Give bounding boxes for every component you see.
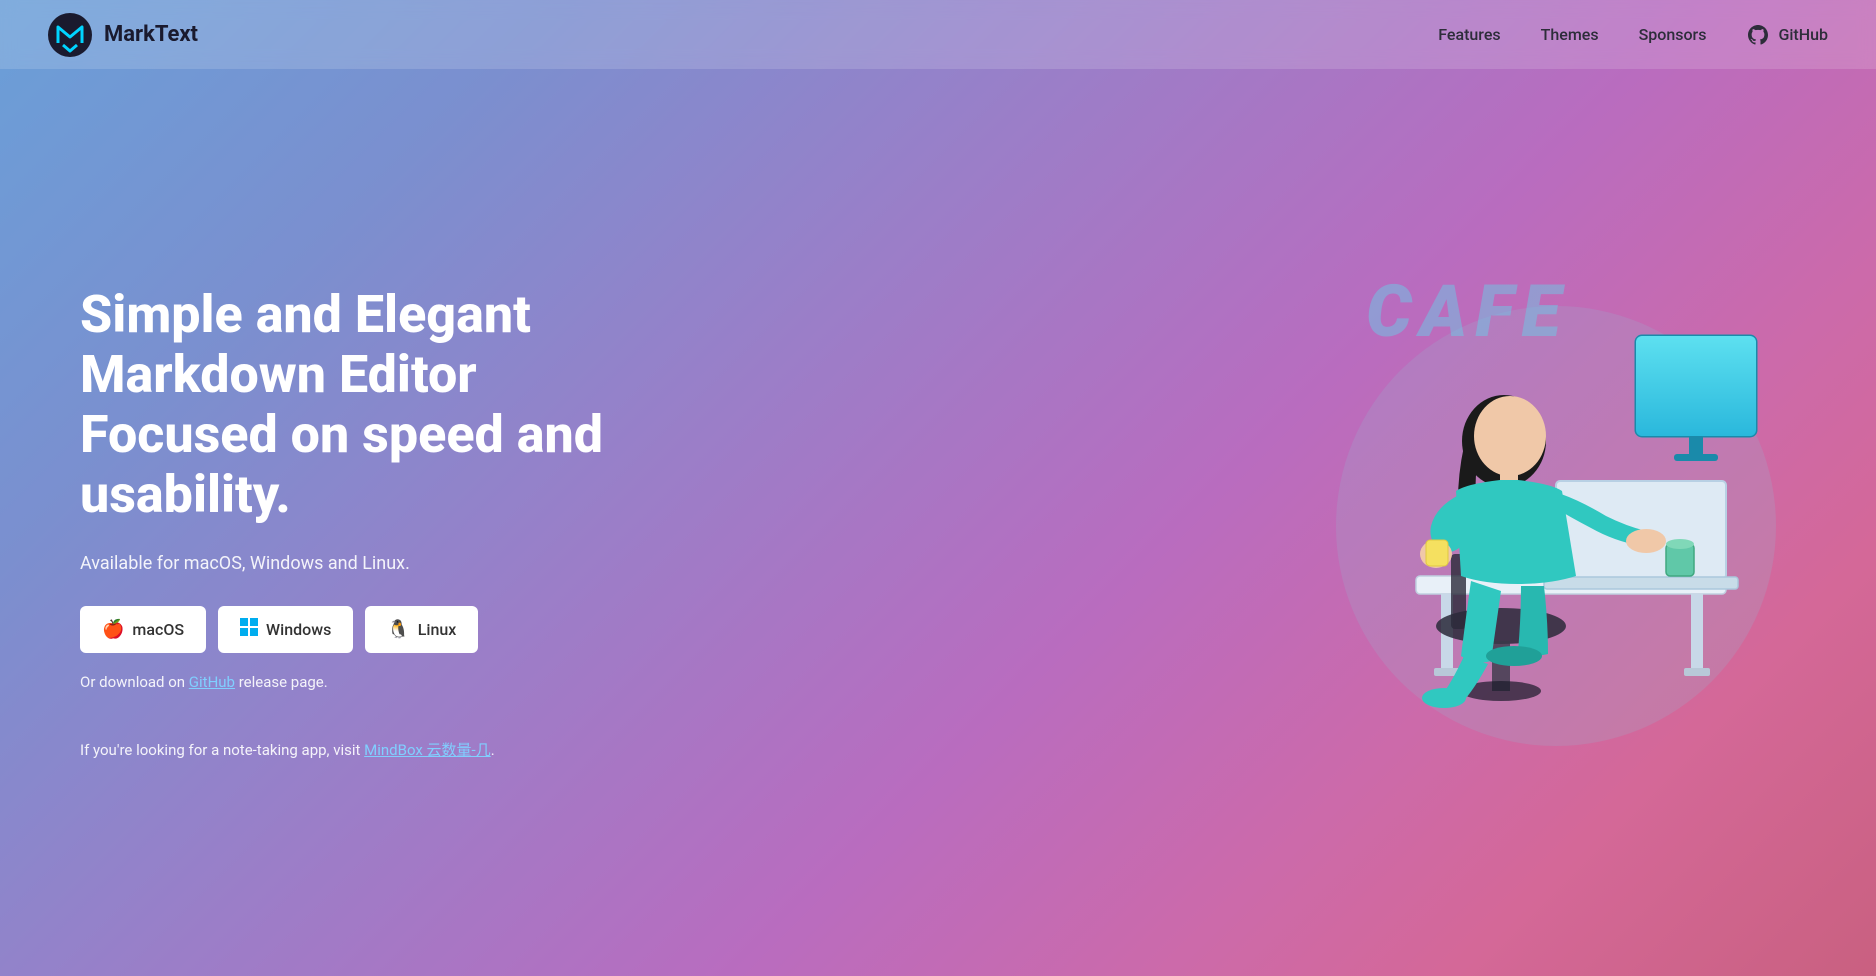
download-buttons: 🍎 macOS Windows 🐧 Linux [80, 606, 760, 653]
github-release-link[interactable]: GitHub [189, 673, 235, 691]
github-icon [1746, 23, 1770, 47]
cafe-illustration-svg: CAFE [1296, 236, 1816, 796]
nav-brand-name: MarkText [104, 22, 198, 47]
notetaking-suffix: . [491, 741, 495, 759]
nav-links: Features Themes Sponsors GitHub [1438, 23, 1828, 47]
apple-icon: 🍎 [102, 619, 124, 640]
notetaking-prefix: If you're looking for a note-taking app,… [80, 741, 364, 759]
nav-github-link[interactable]: GitHub [1746, 23, 1828, 47]
linux-download-button[interactable]: 🐧 Linux [365, 606, 478, 653]
release-note: Or download on GitHub release page. [80, 673, 760, 691]
release-prefix: Or download on [80, 673, 189, 691]
svg-text:CAFE: CAFE [1366, 269, 1569, 354]
linux-icon: 🐧 [387, 619, 409, 640]
nav-features-link[interactable]: Features [1438, 25, 1500, 44]
github-label: GitHub [1778, 25, 1828, 44]
windows-label: Windows [266, 620, 331, 639]
windows-download-button[interactable]: Windows [218, 606, 353, 653]
hero-title: Simple and Elegant Markdown Editor Focus… [80, 285, 760, 524]
release-suffix: release page. [235, 673, 328, 691]
windows-icon [240, 618, 258, 641]
hero-section: Simple and Elegant Markdown Editor Focus… [0, 0, 1876, 976]
macos-label: macOS [132, 620, 184, 639]
hero-title-line1: Simple and Elegant Markdown Editor [80, 284, 531, 405]
notetaking-note: If you're looking for a note-taking app,… [80, 739, 760, 760]
mindbox-link[interactable]: MindBox 云数量-几 [364, 741, 491, 759]
hero-content: Simple and Elegant Markdown Editor Focus… [80, 285, 760, 759]
nav-sponsors-link[interactable]: Sponsors [1639, 25, 1707, 44]
nav-logo[interactable]: MarkText [48, 13, 198, 57]
nav-themes-link[interactable]: Themes [1541, 25, 1599, 44]
macos-download-button[interactable]: 🍎 macOS [80, 606, 206, 653]
linux-label: Linux [418, 620, 457, 639]
hero-illustration: CAFE [1296, 236, 1816, 796]
navbar: MarkText Features Themes Sponsors GitHub [0, 0, 1876, 69]
hero-title-line2: Focused on speed and usability. [80, 404, 603, 525]
hero-available-text: Available for macOS, Windows and Linux. [80, 553, 760, 574]
marktext-logo-icon [48, 13, 92, 57]
